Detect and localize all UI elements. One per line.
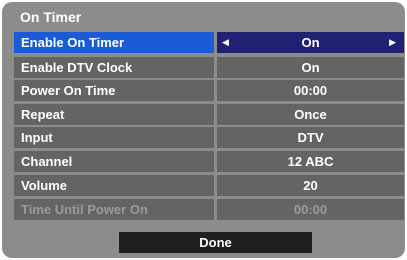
row-value: On [301,35,320,50]
row-value[interactable]: 20 [217,175,404,196]
row-enable-dtv-clock[interactable]: Enable DTV Clock On [14,57,404,78]
row-value[interactable]: On [217,57,404,78]
row-label: Enable DTV Clock [14,57,214,78]
row-value[interactable]: DTV [217,127,404,148]
row-time-until-power-on: Time Until Power On 00:00 [14,199,404,220]
row-label: Time Until Power On [14,199,214,220]
row-channel[interactable]: Channel 12 ABC [14,151,404,172]
row-repeat[interactable]: Repeat Once [14,104,404,125]
row-input[interactable]: Input DTV [14,127,404,148]
row-label: Volume [14,175,214,196]
row-value: 00:00 [217,199,404,220]
row-label: Repeat [14,104,214,125]
row-volume[interactable]: Volume 20 [14,175,404,196]
row-power-on-time[interactable]: Power On Time 00:00 [14,80,404,101]
row-enable-on-timer[interactable]: Enable On Timer ◀ On ▶ [14,32,404,53]
row-label: Power On Time [14,80,214,101]
right-arrow-icon[interactable]: ▶ [389,32,396,53]
dialog-title: On Timer [20,9,82,25]
row-label: Input [14,127,214,148]
row-value[interactable]: 12 ABC [217,151,404,172]
done-button[interactable]: Done [119,232,312,253]
row-label: Enable On Timer [14,32,214,53]
row-value[interactable]: 00:00 [217,80,404,101]
row-value[interactable]: Once [217,104,404,125]
left-arrow-icon[interactable]: ◀ [222,32,229,53]
on-timer-dialog: On Timer Enable On Timer ◀ On ▶ Enable D… [2,2,405,258]
row-label: Channel [14,151,214,172]
row-value-selector[interactable]: ◀ On ▶ [217,32,404,53]
